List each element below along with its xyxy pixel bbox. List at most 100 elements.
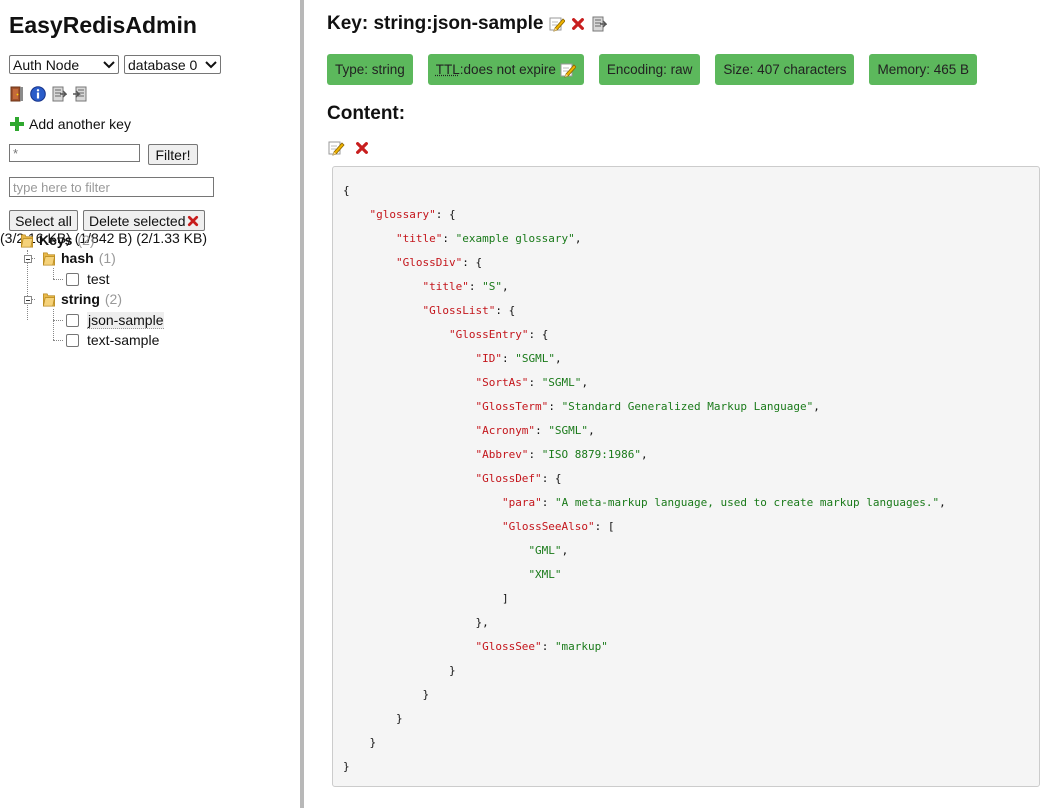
edit-icon[interactable] — [560, 62, 576, 78]
select-all-label: Select all — [15, 212, 72, 229]
content-box: { "glossary": { "title": "example glossa… — [332, 166, 1040, 787]
json-punctuation: { — [343, 184, 350, 197]
tree-key-label: text-sample — [87, 332, 160, 348]
select-all-button[interactable]: Select all — [9, 210, 78, 231]
json-line: { — [343, 179, 946, 203]
key-checkbox[interactable] — [66, 333, 79, 347]
delete-icon[interactable] — [355, 141, 369, 155]
key-tree: Keys (2) (3/2.16 KB) hash (1) (1/842 B) … — [0, 230, 300, 348]
json-line: } — [343, 683, 946, 707]
key-pattern-input[interactable] — [9, 144, 140, 162]
key-checkbox[interactable] — [66, 313, 79, 327]
json-punctuation — [343, 568, 528, 581]
filter-button[interactable]: Filter! — [148, 144, 198, 165]
json-line: "GML", — [343, 539, 946, 563]
json-punctuation: , — [554, 352, 562, 365]
edit-icon[interactable] — [327, 140, 345, 156]
json-punctuation: , — [574, 232, 582, 245]
chevron-down-icon — [103, 60, 115, 68]
json-punctuation — [343, 472, 475, 485]
json-line: "XML" — [343, 563, 946, 587]
json-punctuation: , — [939, 496, 946, 509]
tree-connector — [53, 279, 63, 280]
json-punctuation: } — [343, 664, 456, 677]
delete-selected-button[interactable]: Delete selected — [83, 210, 205, 231]
app-title: EasyRedisAdmin — [9, 12, 197, 38]
json-punctuation — [343, 328, 449, 341]
json-punctuation — [343, 376, 475, 389]
json-line: }, — [343, 611, 946, 635]
json-punctuation: : { — [462, 256, 483, 269]
json-line: } — [343, 755, 946, 779]
json-punctuation: ] — [343, 592, 509, 605]
json-punctuation — [343, 544, 528, 557]
json-key: "Acronym" — [475, 424, 536, 437]
tree-group-hash[interactable]: hash (1) — [42, 248, 116, 268]
tree-connector — [53, 309, 54, 340]
tree-group-string[interactable]: string (2) — [42, 289, 122, 309]
json-punctuation: , — [641, 448, 648, 461]
json-punctuation: , — [501, 280, 509, 293]
tree-key-item[interactable]: text-sample — [66, 330, 159, 350]
database-select[interactable]: database 0 — [124, 55, 221, 74]
import-icon[interactable] — [72, 86, 88, 102]
json-key: "glossary" — [369, 208, 436, 221]
key-title: Key: string:json-sample — [327, 13, 544, 34]
content-heading: Content: — [327, 103, 406, 124]
edit-icon[interactable] — [549, 16, 565, 32]
json-key: "GlossEntry" — [448, 328, 529, 341]
export-icon[interactable] — [51, 86, 67, 102]
folder-icon — [42, 292, 56, 307]
json-punctuation: : [ — [594, 520, 615, 533]
json-key: "GlossDef" — [475, 472, 542, 485]
json-line: "title": "example glossary", — [343, 227, 946, 251]
json-line: "GlossSee": "markup" — [343, 635, 946, 659]
json-line: "title": "S", — [343, 275, 946, 299]
tree-connector — [53, 340, 63, 341]
tree-key-item[interactable]: json-sample — [66, 310, 165, 330]
tree-group-label: hash — [61, 250, 94, 266]
json-punctuation: : { — [528, 328, 549, 341]
json-punctuation: } — [343, 760, 350, 773]
type-filter-input[interactable] — [9, 177, 214, 197]
tree-root-label: Keys — [39, 232, 73, 248]
json-punctuation: } — [343, 712, 403, 725]
logout-door-icon[interactable] — [9, 86, 25, 102]
tree-key-item[interactable]: test — [66, 269, 110, 289]
json-string: "ISO 8879:1986" — [541, 448, 642, 461]
json-punctuation: , — [581, 376, 589, 389]
main-panel: Key: string:json-sample Type: string TTL… — [304, 0, 1048, 808]
json-punctuation: : — [442, 232, 456, 245]
collapse-toggle[interactable] — [24, 255, 32, 263]
json-line: "glossary": { — [343, 203, 946, 227]
json-line: } — [343, 707, 946, 731]
json-punctuation — [343, 304, 422, 317]
json-line: "GlossList": { — [343, 299, 946, 323]
collapse-toggle[interactable] — [24, 296, 32, 304]
tree-group-label: string — [61, 291, 100, 307]
tree-connector — [53, 268, 54, 279]
key-title-row: Key: string:json-sample — [327, 13, 607, 35]
json-string: "S" — [482, 280, 502, 293]
delete-icon[interactable] — [571, 17, 585, 31]
json-punctuation: : — [541, 640, 555, 653]
json-punctuation — [343, 400, 475, 413]
export-icon[interactable] — [591, 16, 607, 32]
add-key-link[interactable]: Add another key — [10, 116, 131, 132]
node-select[interactable]: Auth Node — [9, 55, 119, 74]
encoding-badge-text: Encoding: raw — [606, 62, 693, 77]
json-punctuation: : — [541, 496, 555, 509]
plus-icon — [10, 117, 24, 131]
json-key: "GlossSeeAlso" — [501, 520, 595, 533]
info-icon[interactable] — [30, 86, 46, 102]
json-line: "Abbrev": "ISO 8879:1986", — [343, 443, 946, 467]
json-string: "A meta-markup language, used to create … — [554, 496, 940, 509]
json-punctuation — [343, 232, 396, 245]
delete-selected-label: Delete selected — [89, 212, 186, 229]
json-punctuation — [343, 424, 475, 437]
content-actions — [327, 140, 369, 156]
json-line: "para": "A meta-markup language, used to… — [343, 491, 946, 515]
key-checkbox[interactable] — [66, 272, 79, 286]
database-select-value: database 0 — [128, 56, 198, 73]
tree-root[interactable]: Keys (2) — [20, 230, 95, 250]
